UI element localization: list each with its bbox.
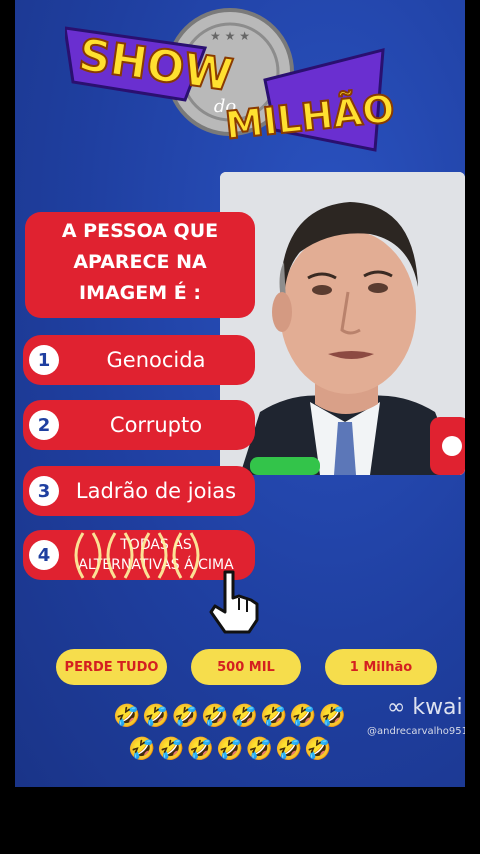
prize-perde-tudo-button[interactable]: PERDE TUDO xyxy=(56,649,167,685)
option-number-badge: 3 xyxy=(29,476,59,506)
option-3-button[interactable]: 3 Ladrão de joias xyxy=(23,466,255,516)
prize-1-milhao-button[interactable]: 1 Milhão xyxy=(325,649,437,685)
option-2-button[interactable]: 2 Corrupto xyxy=(23,400,255,450)
question-line: A PESSOA QUE xyxy=(61,220,219,242)
question-box: A PESSOA QUE APARECE NA IMAGEM É : xyxy=(25,212,255,318)
person-photo xyxy=(220,172,465,475)
laughing-emoji-row: 🤣🤣🤣🤣🤣🤣🤣🤣 xyxy=(113,704,349,729)
svg-text:★ ★ ★: ★ ★ ★ xyxy=(210,29,250,43)
glow-rings-icon xyxy=(74,532,200,579)
laughing-emoji-row: 🤣🤣🤣🤣🤣🤣🤣 xyxy=(128,737,334,762)
show-do-milhao-logo: ★ ★ ★ SHOW do MILHÃO xyxy=(65,8,395,152)
kwai-username: @andrecarvalho951 xyxy=(367,726,465,737)
option-number-badge: 4 xyxy=(29,540,59,570)
question-line: APARECE NA xyxy=(73,251,207,273)
option-number-badge: 1 xyxy=(29,345,59,375)
kwai-watermark: ∞ kwai xyxy=(387,695,463,720)
video-frame: ★ ★ ★ SHOW do MILHÃO A PESSOA QUE APAREC… xyxy=(15,0,465,787)
kwai-brand: kwai xyxy=(412,695,463,720)
pointing-hand-cursor-icon xyxy=(209,570,259,634)
question-line: IMAGEM É : xyxy=(79,282,201,304)
prize-500-mil-button[interactable]: 500 MIL xyxy=(191,649,301,685)
option-1-button[interactable]: 1 Genocida xyxy=(23,335,255,385)
option-number-badge: 2 xyxy=(29,410,59,440)
kwai-logo-icon: ∞ xyxy=(387,695,406,720)
